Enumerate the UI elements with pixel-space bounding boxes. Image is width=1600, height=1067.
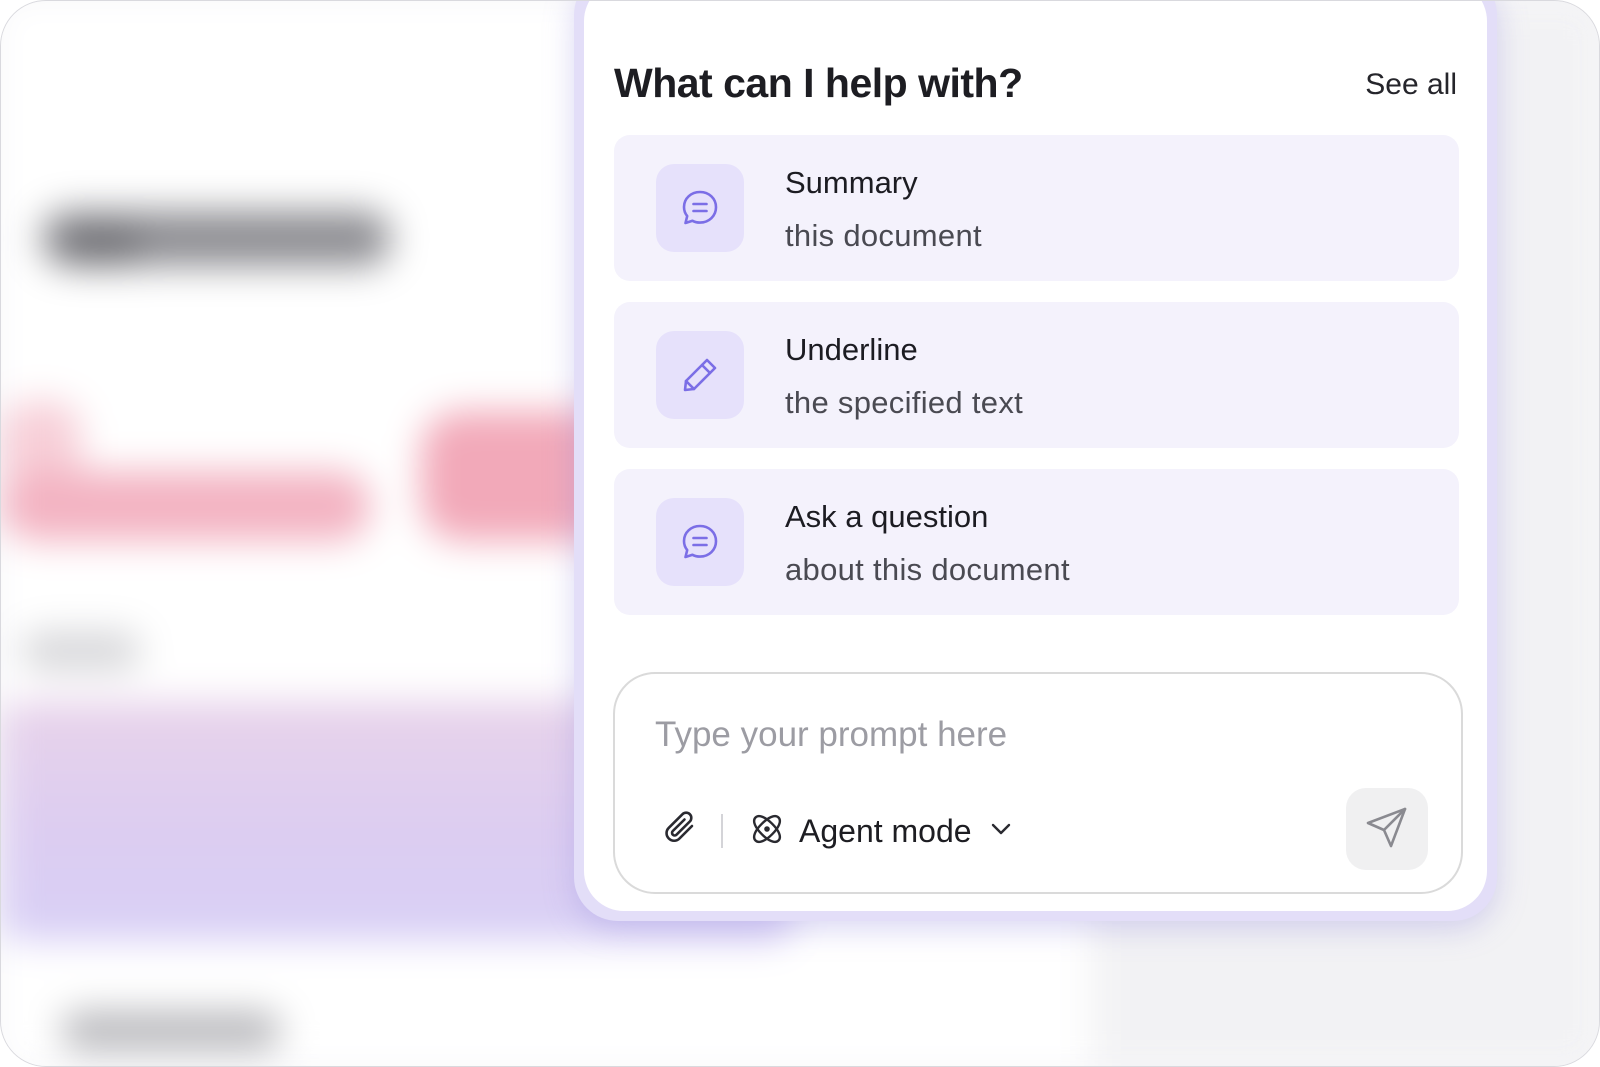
suggestion-summary[interactable]: Summary this document [614,135,1459,281]
pencil-icon [656,331,744,419]
app-window: What can I help with? See all Summary th… [0,0,1600,1067]
chat-bubble-icon [656,164,744,252]
suggestion-title: Summary [785,165,918,200]
suggestion-underline[interactable]: Underline the specified text [614,302,1459,448]
suggestion-subtitle: about this document [785,552,1070,587]
toolbar-divider [721,814,723,848]
suggestion-title: Ask a question [785,499,989,534]
atom-icon [749,811,785,852]
suggestion-subtitle: the specified text [785,385,1024,420]
chat-bubble-icon [656,498,744,586]
prompt-box: Agent mode [613,672,1463,894]
panel-title: What can I help with? [614,60,1023,106]
send-button[interactable] [1346,788,1428,870]
agent-mode-dropdown[interactable]: Agent mode [749,807,1014,855]
suggestion-subtitle: this document [785,218,982,253]
paperclip-icon [661,809,701,854]
suggestion-ask-question[interactable]: Ask a question about this document [614,469,1459,615]
suggestion-title: Underline [785,332,918,367]
agent-mode-label: Agent mode [799,813,972,849]
panel-header: What can I help with? See all [614,57,1457,117]
send-icon [1363,803,1411,856]
see-all-link[interactable]: See all [1365,65,1457,105]
chevron-down-icon [988,816,1014,847]
attach-button[interactable] [659,809,703,853]
prompt-input[interactable] [655,710,1355,760]
